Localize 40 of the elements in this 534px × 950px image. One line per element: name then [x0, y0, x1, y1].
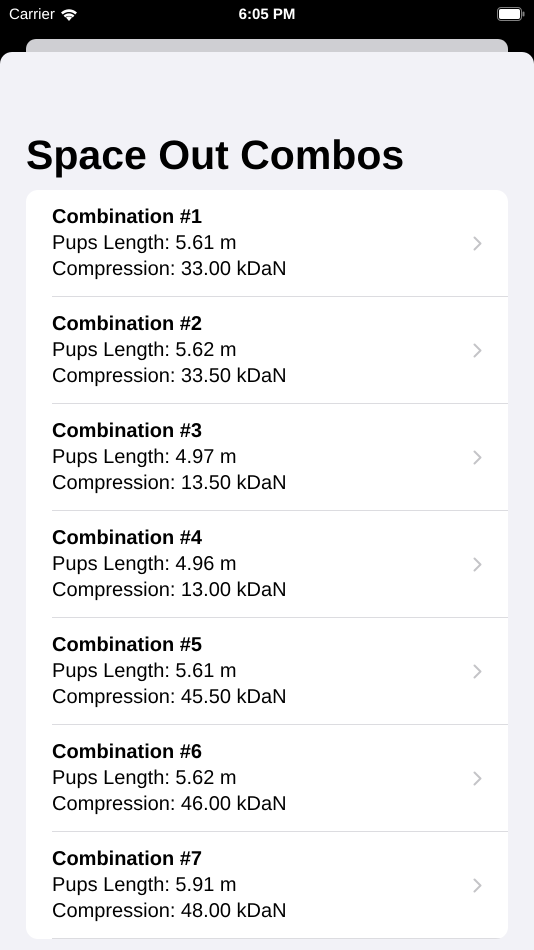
chevron-icon	[473, 342, 482, 358]
combination-row[interactable]: Combination #4 Pups Length: 4.96 m Compression: 13.00 kDaN	[52, 511, 508, 618]
combination-title: Combination #3	[52, 419, 204, 444]
compression-value: Compression: 13.50 kDaN	[52, 471, 288, 496]
chevron-icon	[473, 556, 482, 572]
compression-value: Compression: 33.00 kDaN	[52, 257, 288, 282]
compression-value: Compression: 13.00 kDaN	[52, 578, 288, 603]
pups-length: Pups Length: 5.62 m	[52, 766, 238, 791]
compression-value: Compression: 48.00 kDaN	[52, 899, 288, 924]
combination-row[interactable]: Combination #7 Pups Length: 5.91 m Compression: 48.00 kDaN	[52, 832, 508, 939]
combination-title: Combination #2	[52, 312, 204, 337]
compression-value: Compression: 46.00 kDaN	[52, 792, 288, 817]
compression-value: Compression: 45.50 kDaN	[52, 685, 288, 710]
combination-row[interactable]: Combination #6 Pups Length: 5.62 m Compression: 46.00 kDaN	[52, 725, 508, 832]
chevron-icon	[473, 450, 482, 464]
wifi-icon	[60, 8, 78, 20]
chevron-icon	[473, 770, 482, 786]
combination-row[interactable]: Combination #1 Pups Length: 5.61 m Compression: 33.00 kDaN	[52, 190, 508, 297]
chevron-icon	[473, 664, 482, 678]
combination-title: Combination #4	[52, 526, 204, 551]
combination-title: Combination #5	[52, 633, 204, 658]
combination-row[interactable]: Combination #2 Pups Length: 5.62 m Compression: 33.50 kDaN	[52, 297, 508, 404]
combination-row[interactable]: Combination #5 Pups Length: 5.61 m Compression: 45.50 kDaN	[52, 618, 508, 725]
pups-length: Pups Length: 5.91 m	[52, 873, 238, 898]
compression-value: Compression: 33.50 kDaN	[52, 364, 288, 389]
page-title: Space Out Combos	[26, 131, 406, 179]
carrier-label: Carrier	[9, 6, 55, 22]
pups-length: Pups Length: 5.62 m	[52, 338, 238, 363]
battery-icon	[497, 7, 525, 21]
combination-title: Combination #6	[52, 740, 204, 765]
pups-length: Pups Length: 5.61 m	[52, 659, 238, 684]
combination-title: Combination #7	[52, 847, 204, 872]
combination-row[interactable]: Combination #3 Pups Length: 4.97 m Compression: 13.50 kDaN	[52, 404, 508, 511]
combination-title: Combination #1	[52, 205, 204, 230]
chevron-icon	[473, 236, 482, 250]
pups-length: Pups Length: 5.61 m	[52, 231, 238, 256]
pups-length: Pups Length: 4.97 m	[52, 445, 238, 470]
clock-time: 6:05 PM	[238, 6, 296, 22]
pups-length: Pups Length: 4.96 m	[52, 552, 238, 577]
chevron-icon	[473, 878, 482, 892]
